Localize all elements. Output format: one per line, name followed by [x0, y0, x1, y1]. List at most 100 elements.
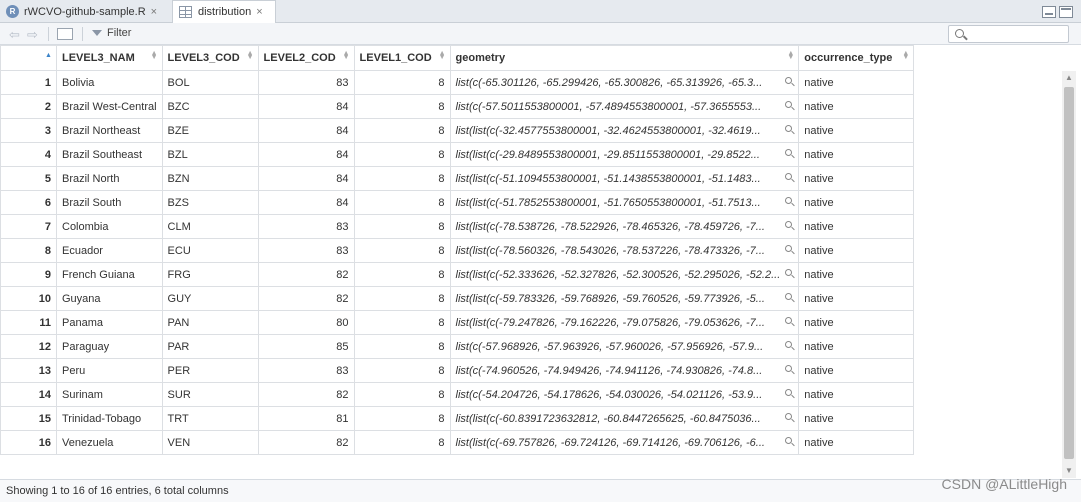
inspect-icon[interactable] [785, 125, 793, 132]
column-header[interactable]: occurrence_type ▲ ▼ [798, 45, 915, 71]
filter-button[interactable]: Filter [92, 27, 131, 39]
inspect-icon[interactable] [785, 341, 793, 348]
table-row[interactable]: 12 Paraguay PAR 85 8 list(c(-57.968926, -57.9… [0, 334, 915, 359]
table-row[interactable]: 1 Bolivia BOL 83 8 list(c(-65.301126, -65.299… [0, 70, 915, 95]
table-row[interactable]: 11 Panama PAN 80 8 list(list(c(-79.247826, -7… [0, 310, 915, 335]
level1-code-cell: 8 [353, 262, 451, 287]
level1-code-cell: 8 [353, 142, 451, 167]
minimize-pane-icon[interactable] [1042, 6, 1056, 18]
inspect-icon[interactable] [785, 101, 793, 108]
geometry-cell[interactable]: list(list(c(-59.783326, -59.768926, -59.… [449, 286, 800, 311]
inspect-icon[interactable] [785, 269, 793, 276]
geometry-cell[interactable]: list(c(-57.5011553800001, -57.4894553800… [449, 94, 800, 119]
column-header[interactable]: LEVEL2_COD ▲ ▼ [257, 45, 355, 71]
inspect-icon[interactable] [785, 389, 793, 396]
geometry-text: list(list(c(-79.247826, -79.162226, -79.… [455, 316, 765, 329]
forward-arrow-icon[interactable]: ⇨ [27, 27, 38, 43]
show-in-new-window-icon[interactable] [57, 28, 73, 40]
geometry-cell[interactable]: list(list(c(-51.7852553800001, -51.76505… [449, 190, 800, 215]
table-row[interactable]: 10 Guyana GUY 82 8 list(list(c(-59.783326, -5… [0, 286, 915, 311]
geometry-cell[interactable]: list(list(c(-69.757826, -69.724126, -69.… [449, 430, 800, 455]
geometry-text: list(list(c(-69.757826, -69.724126, -69.… [455, 436, 765, 449]
table-row[interactable]: 8 Ecuador ECU 83 8 list(list(c(-78.560326, -7… [0, 238, 915, 263]
r-file-icon: R [6, 5, 19, 18]
row-index: 3 [0, 118, 57, 143]
sort-icon: ▲ ▼ [787, 50, 795, 61]
tab-r-script[interactable]: R rWCVO-github-sample.R × [0, 0, 170, 23]
maximize-pane-icon[interactable] [1059, 6, 1073, 18]
scroll-up-icon[interactable]: ▲ [1062, 71, 1076, 85]
inspect-icon[interactable] [785, 245, 793, 252]
occurrence-type-cell: native [798, 118, 915, 143]
geometry-cell[interactable]: list(list(c(-29.8489553800001, -29.85115… [449, 142, 800, 167]
geometry-cell[interactable]: list(c(-65.301126, -65.299426, -65.30082… [449, 70, 800, 95]
search-input[interactable] [948, 25, 1069, 43]
table-row[interactable]: 14 Surinam SUR 82 8 list(c(-54.204726, -54.17… [0, 382, 915, 407]
filter-label: Filter [107, 27, 132, 39]
level2-code-cell: 80 [257, 310, 355, 335]
table-row[interactable]: 15 Trinidad-Tobago TRT 81 8 list(list(c(-60.8… [0, 406, 915, 431]
column-header[interactable]: LEVEL3_NAM ▲ ▼ [56, 45, 163, 71]
level3-code-cell: PAN [161, 310, 259, 335]
table-row[interactable]: 4 Brazil Southeast BZL 84 8 list(list(c(-29.8… [0, 142, 915, 167]
inspect-icon[interactable] [785, 197, 793, 204]
geometry-cell[interactable]: list(list(c(-60.8391723632812, -60.84472… [449, 406, 800, 431]
row-index: 13 [0, 358, 57, 383]
header-row: ▲ LEVEL3_NAM ▲ ▼ LEVEL3_COD ▲ ▼ LEVEL2_COD ▲ ▼… [0, 45, 915, 71]
table-row[interactable]: 9 French Guiana FRG 82 8 list(list(c(-52.3336… [0, 262, 915, 287]
inspect-icon[interactable] [785, 77, 793, 84]
inspect-icon[interactable] [785, 317, 793, 324]
level1-code-cell: 8 [353, 310, 451, 335]
table-row[interactable]: 3 Brazil Northeast BZE 84 8 list(list(c(-32.4… [0, 118, 915, 143]
inspect-icon[interactable] [785, 293, 793, 300]
row-index: 6 [0, 190, 57, 215]
inspect-icon[interactable] [785, 413, 793, 420]
row-index: 4 [0, 142, 57, 167]
column-header[interactable]: LEVEL3_COD ▲ ▼ [161, 45, 259, 71]
inspect-icon[interactable] [785, 221, 793, 228]
table-row[interactable]: 16 Venezuela VEN 82 8 list(list(c(-69.757826,… [0, 430, 915, 455]
toolbar-divider [48, 27, 49, 41]
geometry-text: list(list(c(-51.7852553800001, -51.76505… [455, 196, 761, 209]
back-arrow-icon[interactable]: ⇦ [9, 27, 20, 43]
close-tab-icon[interactable]: × [256, 6, 262, 18]
inspect-icon[interactable] [785, 437, 793, 444]
level3-code-cell: CLM [161, 214, 259, 239]
table-row[interactable]: 2 Brazil West-Central BZC 84 8 list(c(-57.501… [0, 94, 915, 119]
level3-code-cell: BZN [161, 166, 259, 191]
level2-code-cell: 83 [257, 214, 355, 239]
inspect-icon[interactable] [785, 365, 793, 372]
geometry-cell[interactable]: list(list(c(-78.538726, -78.522926, -78.… [449, 214, 800, 239]
row-index-header[interactable]: ▲ [0, 45, 57, 71]
table-row[interactable]: 13 Peru PER 83 8 list(c(-74.960526, -74.94942… [0, 358, 915, 383]
level3-name-cell: Guyana [56, 286, 163, 311]
table-row[interactable]: 6 Brazil South BZS 84 8 list(list(c(-51.78525… [0, 190, 915, 215]
scrollbar-thumb[interactable] [1064, 87, 1074, 459]
geometry-cell[interactable]: list(list(c(-78.560326, -78.543026, -78.… [449, 238, 800, 263]
level2-code-cell: 82 [257, 430, 355, 455]
geometry-text: list(list(c(-78.538726, -78.522926, -78.… [455, 220, 765, 233]
column-header[interactable]: geometry ▲ ▼ [449, 45, 800, 71]
geometry-cell[interactable]: list(list(c(-51.1094553800001, -51.14385… [449, 166, 800, 191]
geometry-cell[interactable]: list(list(c(-79.247826, -79.162226, -79.… [449, 310, 800, 335]
geometry-cell[interactable]: list(c(-54.204726, -54.178626, -54.03002… [449, 382, 800, 407]
inspect-icon[interactable] [785, 173, 793, 180]
vertical-scrollbar[interactable]: ▲ ▼ [1062, 71, 1076, 478]
column-header[interactable]: LEVEL1_COD ▲ ▼ [353, 45, 451, 71]
geometry-text: list(c(-74.960526, -74.949426, -74.94112… [455, 364, 763, 377]
level3-code-cell: SUR [161, 382, 259, 407]
entries-summary: Showing 1 to 16 of 16 entries, 6 total c… [6, 485, 229, 497]
close-tab-icon[interactable]: × [151, 6, 157, 18]
inspect-icon[interactable] [785, 149, 793, 156]
geometry-cell[interactable]: list(c(-57.968926, -57.963926, -57.96002… [449, 334, 800, 359]
occurrence-type-cell: native [798, 286, 915, 311]
table-row[interactable]: 5 Brazil North BZN 84 8 list(list(c(-51.10945… [0, 166, 915, 191]
geometry-cell[interactable]: list(list(c(-32.4577553800001, -32.46245… [449, 118, 800, 143]
geometry-cell[interactable]: list(list(c(-52.333626, -52.327826, -52.… [449, 262, 800, 287]
tab-distribution[interactable]: distribution × [172, 0, 276, 23]
table-row[interactable]: 7 Colombia CLM 83 8 list(list(c(-78.538726, -… [0, 214, 915, 239]
level2-code-cell: 84 [257, 190, 355, 215]
geometry-cell[interactable]: list(c(-74.960526, -74.949426, -74.94112… [449, 358, 800, 383]
level3-code-cell: VEN [161, 430, 259, 455]
geometry-text: list(list(c(-78.560326, -78.543026, -78.… [455, 244, 765, 257]
